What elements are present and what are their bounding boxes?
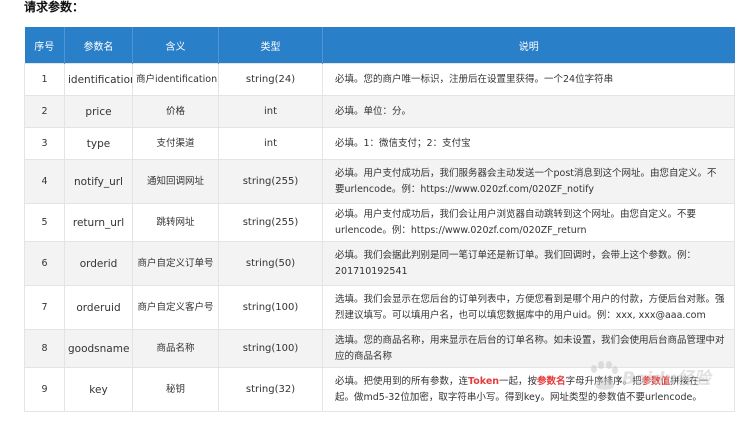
cell-type: int [218,95,323,128]
cell-desc: 必填。您的商户唯一标识，注册后在设置里获得。一个24位字符串 [322,63,735,96]
cell-param-name: orderid [64,241,133,286]
table-row: 2 price 价格 int 必填。单位：分。 [24,95,735,128]
cell-no: 8 [24,329,65,368]
table-row: 6 orderid 商户自定义订单号 string(50) 必填。我们会据此判别… [24,241,735,286]
desc-text: 字母升序排序。把 [565,375,642,387]
table-row: 9 key 秘钥 string(32) 必填。把使用到的所有参数，连Token一… [24,367,735,412]
cell-desc: 必填。单位：分。 [322,95,735,128]
col-header-meaning: 含义 [132,27,219,64]
cell-meaning: 支付渠道 [132,127,219,160]
cell-no: 2 [24,95,65,128]
cell-type: int [218,127,323,160]
cell-no: 1 [24,63,65,96]
cell-type: string(24) [218,63,323,96]
cell-param-name: price [64,95,133,128]
cell-meaning: 秘钥 [132,367,219,412]
cell-meaning: 商户自定义订单号 [132,241,219,286]
cell-meaning: 通知回调网址 [132,159,219,204]
table-header-row: 序号 参数名 含义 类型 说明 [24,27,735,64]
cell-no: 6 [24,241,65,286]
cell-type: string(255) [218,203,323,242]
table-row: 8 goodsname 商品名称 string(100) 选填。您的商品名称，用… [24,329,735,368]
cell-no: 4 [24,159,65,204]
cell-meaning: 商户自定义客户号 [132,285,219,330]
cell-no: 3 [24,127,65,160]
cell-no: 9 [24,367,65,412]
cell-type: string(50) [218,241,323,286]
desc-text: 必填。把使用到的所有参数，连 [335,375,469,387]
cell-meaning: 跳转网址 [132,203,219,242]
table-row: 5 return_url 跳转网址 string(255) 必填。用户支付成功后… [24,203,735,242]
page-heading: 请求参数： [24,0,85,14]
cell-no: 7 [24,285,65,330]
cell-desc: 必填。把使用到的所有参数，连Token一起，按参数名字母升序排序。把参数值拼接在… [322,367,735,412]
cell-type: string(255) [218,159,323,204]
cell-desc: 必填。我们会据此判别是同一笔订单还是新订单。我们回调时，会带上这个参数。例：20… [322,241,735,286]
highlight-param-value: 参数值 [641,375,671,387]
table-row: 1 identification 商户identification string… [24,63,735,96]
highlight-token: Token [468,375,500,387]
cell-meaning: 商品名称 [132,329,219,368]
cell-param-name: goodsname [64,329,133,368]
table-row: 3 type 支付渠道 int 必填。1：微信支付；2：支付宝 [24,127,735,160]
cell-param-name: identification [64,63,133,96]
cell-desc: 必填。用户支付成功后，我们服务器会主动发送一个post消息到这个网址。由您自定义… [322,159,735,204]
col-header-desc: 说明 [322,27,735,64]
highlight-param-name: 参数名 [537,375,566,387]
cell-param-name: key [64,367,133,412]
cell-type: string(32) [218,367,323,412]
cell-no: 5 [24,203,65,242]
table-row: 4 notify_url 通知回调网址 string(255) 必填。用户支付成… [24,159,735,204]
cell-param-name: return_url [64,203,133,242]
col-header-type: 类型 [218,27,323,64]
cell-desc: 必填。1：微信支付；2：支付宝 [322,127,735,160]
cell-param-name: notify_url [64,159,133,204]
request-params-table: 序号 参数名 含义 类型 说明 1 identification 商户ident… [24,27,735,412]
table-row: 7 orderuid 商户自定义客户号 string(100) 选填。我们会显示… [24,285,735,330]
cell-desc: 选填。我们会显示在您后台的订单列表中，方便您看到是哪个用户的付款，方便后台对账。… [322,285,735,330]
cell-meaning: 商户identification [132,63,219,96]
cell-desc: 必填。用户支付成功后，我们会让用户浏览器自动跳转到这个网址。由您自定义。不要ur… [322,203,735,242]
cell-desc: 选填。您的商品名称，用来显示在后台的订单名称。如未设置，我们会使用后台商品管理中… [322,329,735,368]
cell-meaning: 价格 [132,95,219,128]
desc-text: 一起，按 [499,375,538,387]
col-header-no: 序号 [24,27,65,64]
cell-param-name: type [64,127,133,160]
col-header-name: 参数名 [64,27,133,64]
cell-type: string(100) [218,329,323,368]
cell-type: string(100) [218,285,323,330]
cell-param-name: orderuid [64,285,133,330]
